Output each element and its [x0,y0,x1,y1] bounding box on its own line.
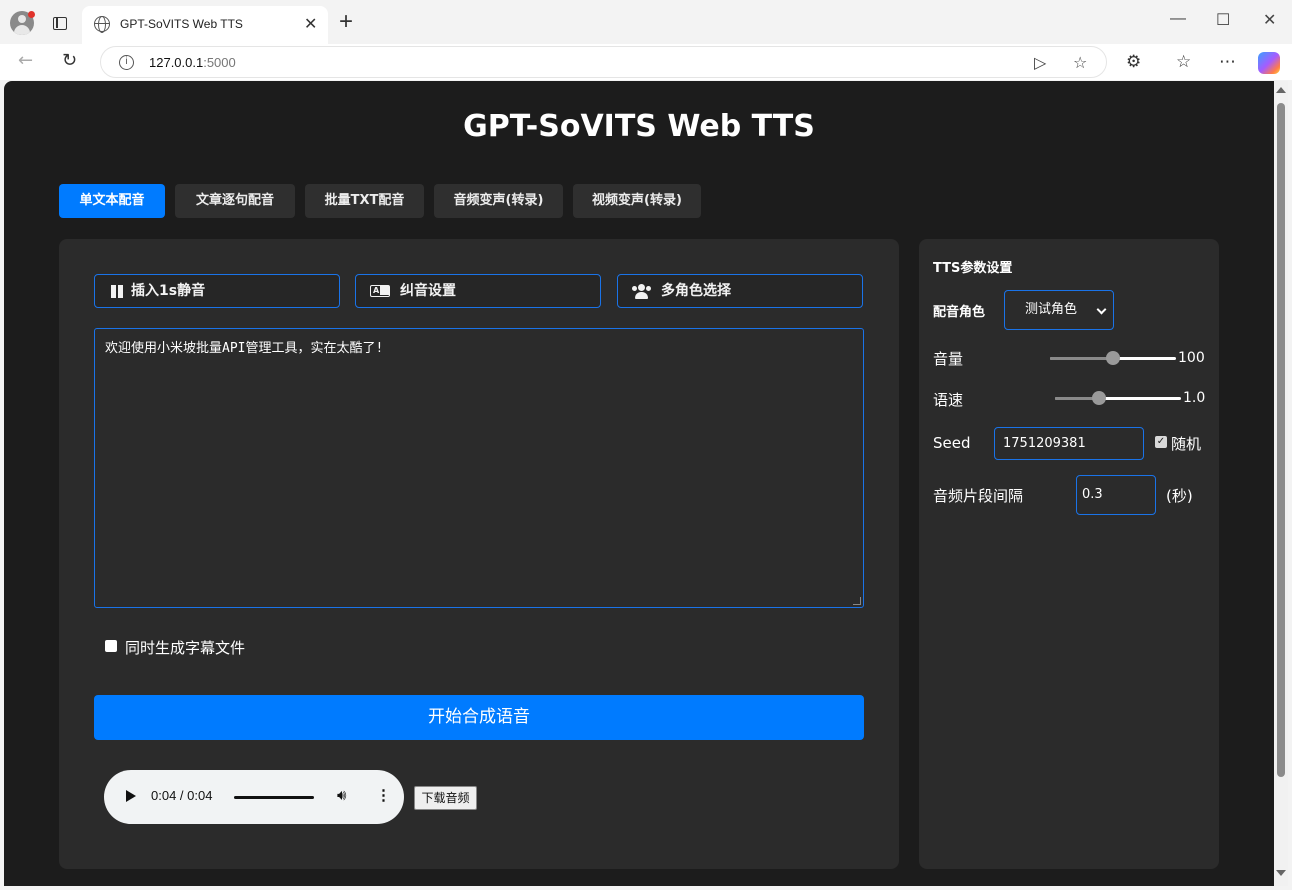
role-select[interactable]: 测试角色 [1004,290,1114,330]
seed-label: Seed [933,434,971,452]
scroll-up-icon[interactable] [1276,87,1286,93]
copilot-icon[interactable] [1258,52,1280,74]
maximize-button[interactable]: ☐ [1216,10,1230,30]
minimize-button[interactable]: — [1170,10,1186,28]
back-icon[interactable]: ← [18,50,33,71]
address-bar[interactable]: i 127.0.0.1:5000 ▷ ☆ [100,46,1107,78]
close-window-button[interactable]: ✕ [1263,10,1276,30]
seed-input[interactable]: 1751209381 [994,427,1144,460]
pause-icon [111,275,131,307]
browser-tab[interactable]: GPT-SoVITS Web TTS ✕ [82,6,328,44]
gap-label: 音频片段间隔 [933,487,1024,505]
users-icon [632,275,652,307]
tab-audio-voice-change[interactable]: 音频变声(转录) [434,184,563,218]
scroll-down-icon[interactable] [1276,870,1286,876]
url-text: 127.0.0.1:5000 [149,55,236,70]
speed-label: 语速 [933,391,964,409]
random-checkbox[interactable]: ✓ [1155,436,1167,448]
tab-batch-txt[interactable]: 批量TXT配音 [305,184,424,218]
favorite-star-icon[interactable]: ☆ [1073,53,1087,72]
translate-icon: A [370,275,390,307]
gap-unit: (秒) [1166,487,1193,505]
tab-single-text[interactable]: 单文本配音 [59,184,165,218]
gap-input[interactable]: 0.3 [1076,475,1156,515]
tab-article-sentence[interactable]: 文章逐句配音 [175,184,295,218]
volume-label: 音量 [933,350,964,368]
address-bar-row: ← ↻ i 127.0.0.1:5000 ▷ ☆ ⚙ ☆ ⋯ [0,44,1292,80]
speed-slider[interactable] [1055,391,1181,405]
favorites-icon[interactable]: ☆ [1176,52,1191,72]
volume-value: 100 [1178,350,1205,366]
chevron-down-icon [1096,304,1107,315]
volume-icon[interactable]: 🔊︎ [337,787,346,804]
role-label: 配音角色 [933,305,986,320]
more-options-icon[interactable]: ⋮ [376,786,391,804]
page-title: GPT-SoVITS Web TTS [463,109,815,144]
pronunciation-settings-button[interactable]: A 纠音设置 [355,274,601,308]
page-scrollbar[interactable] [1274,81,1288,886]
tab-close-icon[interactable]: ✕ [304,14,317,34]
read-aloud-icon[interactable]: ▷ [1034,53,1046,72]
volume-slider[interactable] [1050,351,1176,365]
volume-slider-knob[interactable] [1106,351,1120,365]
multi-role-button[interactable]: 多角色选择 [617,274,863,308]
site-info-icon[interactable]: i [119,55,134,70]
extensions-icon[interactable]: ⚙ [1126,52,1141,72]
synthesize-button[interactable]: 开始合成语音 [94,695,864,740]
subtitle-checkbox[interactable] [105,640,117,652]
audio-progress-bar[interactable] [234,796,314,799]
new-tab-button[interactable]: + [339,8,353,36]
text-input-area[interactable]: 欢迎使用小米坡批量API管理工具，实在太酷了! [94,328,864,608]
params-title: TTS参数设置 [933,261,1013,276]
more-menu-icon[interactable]: ⋯ [1219,52,1236,72]
audio-player: 0:04 / 0:04 🔊︎ ⋮ [104,770,404,824]
tab-video-voice-change[interactable]: 视频变声(转录) [573,184,701,218]
scrollbar-thumb[interactable] [1277,103,1285,777]
page-viewport: GPT-SoVITS Web TTS 单文本配音 文章逐句配音 批量TXT配音 … [4,81,1274,886]
browser-tabbar: GPT-SoVITS Web TTS ✕ + — ☐ ✕ [0,0,1292,44]
globe-icon [94,16,110,33]
notification-dot [28,11,35,18]
speed-value: 1.0 [1183,390,1206,406]
reload-icon[interactable]: ↻ [62,50,77,71]
speed-slider-knob[interactable] [1092,391,1106,405]
tab-title: GPT-SoVITS Web TTS [120,17,243,31]
volume-slider-fill [1050,357,1113,360]
random-label: 随机 [1171,435,1202,453]
download-audio-button[interactable]: 下载音频 [414,786,477,810]
tts-params-panel: TTS参数设置 配音角色 测试角色 音量 100 语速 1.0 Seed 175… [919,239,1219,869]
resize-grip[interactable] [853,597,861,605]
insert-silence-button[interactable]: 插入1s静音 [94,274,340,308]
audio-time: 0:04 / 0:04 [151,788,213,803]
editor-panel: 插入1s静音 A 纠音设置 多角色选择 欢迎使用小米坡批量API管理工具，实在太… [59,239,899,869]
tab-actions-icon[interactable] [53,17,67,30]
play-icon[interactable] [126,790,136,802]
